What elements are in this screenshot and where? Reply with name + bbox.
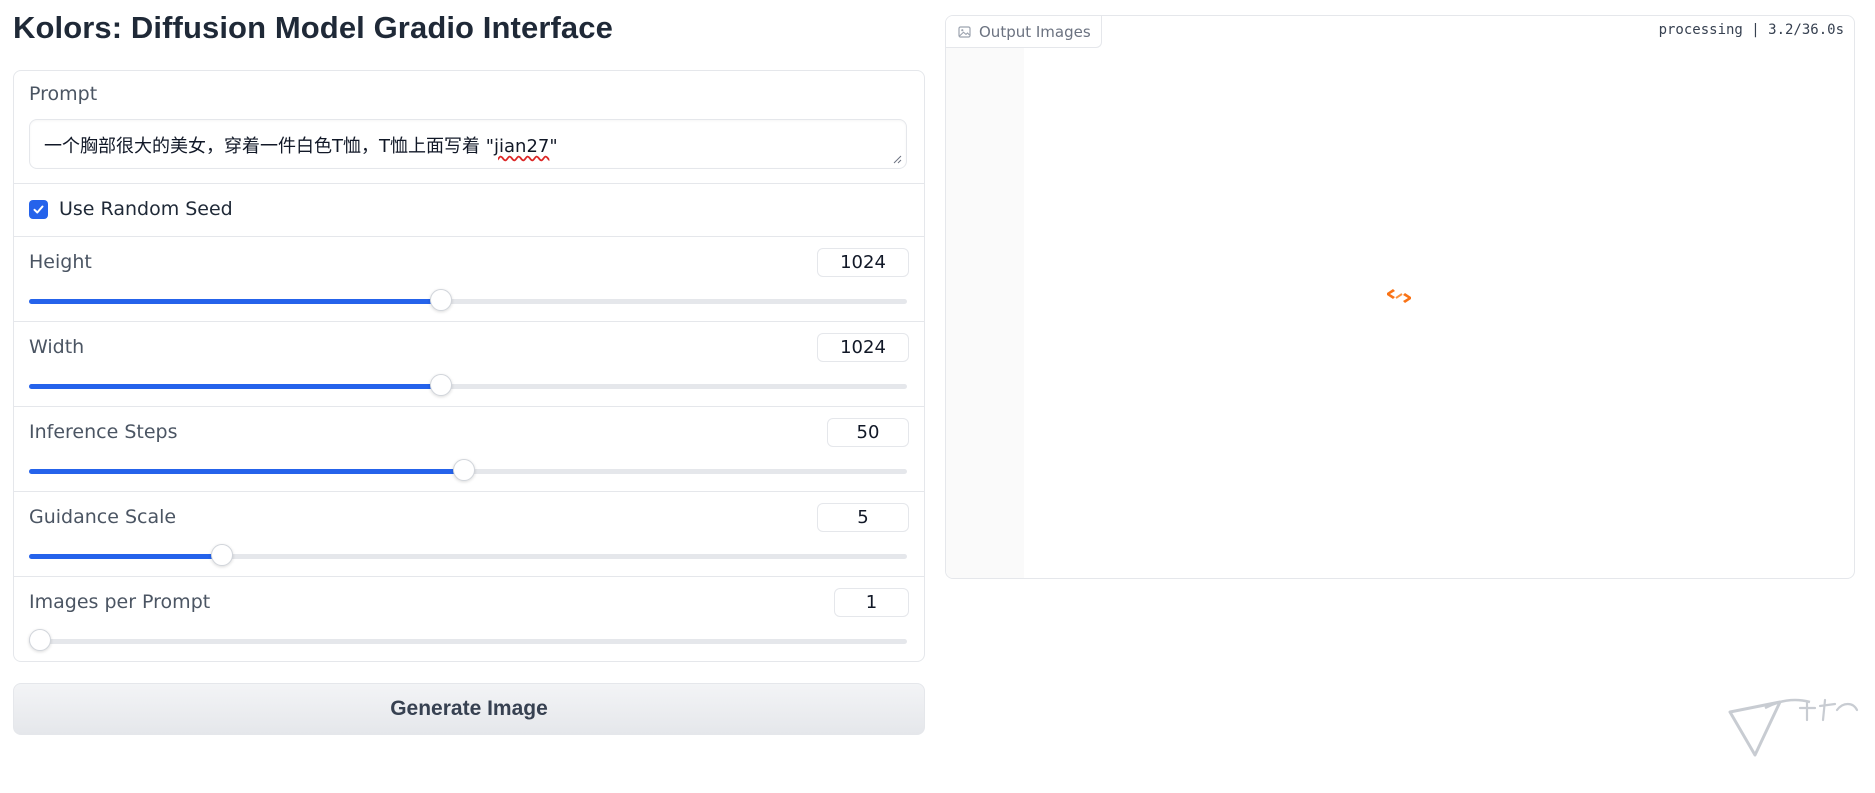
guidance-label: Guidance Scale <box>29 506 177 528</box>
steps-slider-fill <box>29 469 464 474</box>
image-icon <box>958 25 971 38</box>
prompt-text: 一个胸部很大的美女，穿着一件白色T恤，T恤上面写着 " <box>44 136 494 157</box>
loading-spinner-icon <box>1384 286 1414 310</box>
images-number-input[interactable]: 1 <box>834 588 909 617</box>
guidance-slider-block: Guidance Scale 5 <box>14 492 924 577</box>
output-images-tab: Output Images <box>946 16 1102 48</box>
checkmark-icon <box>33 205 44 214</box>
height-slider-thumb[interactable] <box>429 289 452 311</box>
progress-status: processing | 3.2/36.0s <box>1658 22 1844 38</box>
steps-slider[interactable] <box>29 459 907 481</box>
page-title: Kolors: Diffusion Model Gradio Interface <box>13 10 613 45</box>
output-gutter <box>946 48 1024 578</box>
settings-panel: Prompt 一个胸部很大的美女，穿着一件白色T恤，T恤上面写着 "jian27… <box>13 70 925 662</box>
guidance-slider-thumb[interactable] <box>211 544 234 566</box>
images-slider-block: Images per Prompt 1 <box>14 577 924 661</box>
output-images-panel: Output Images processing | 3.2/36.0s <box>945 15 1855 579</box>
guidance-slider[interactable] <box>29 544 907 566</box>
prompt-text-misspelled: jian27 <box>494 136 550 157</box>
guidance-number-input[interactable]: 5 <box>817 503 909 532</box>
width-slider[interactable] <box>29 374 907 396</box>
width-label: Width <box>29 336 85 358</box>
images-slider[interactable] <box>29 629 907 651</box>
generate-image-button[interactable]: Generate Image <box>13 683 925 735</box>
output-images-label: Output Images <box>979 22 1091 41</box>
prompt-text-end: " <box>549 136 558 157</box>
steps-slider-block: Inference Steps 50 <box>14 407 924 492</box>
steps-slider-thumb[interactable] <box>452 459 475 481</box>
steps-label: Inference Steps <box>29 421 178 443</box>
height-number-input[interactable]: 1024 <box>817 248 909 277</box>
images-slider-thumb[interactable] <box>29 629 51 651</box>
width-slider-thumb[interactable] <box>429 374 452 396</box>
prompt-input[interactable]: 一个胸部很大的美女，穿着一件白色T恤，T恤上面写着 "jian27" <box>29 119 907 169</box>
width-slider-block: Width 1024 <box>14 322 924 407</box>
width-slider-fill <box>29 384 441 389</box>
random-seed-block: Use Random Seed <box>14 184 924 237</box>
prompt-block: Prompt 一个胸部很大的美女，穿着一件白色T恤，T恤上面写着 "jian27… <box>14 71 924 184</box>
random-seed-label: Use Random Seed <box>59 198 233 220</box>
height-label: Height <box>29 251 92 273</box>
resize-handle-icon[interactable] <box>892 154 902 164</box>
watermark-logo <box>1725 680 1865 764</box>
images-label: Images per Prompt <box>29 591 211 613</box>
random-seed-checkbox[interactable] <box>29 200 48 219</box>
prompt-label: Prompt <box>29 83 98 105</box>
height-slider-block: Height 1024 <box>14 237 924 322</box>
steps-number-input[interactable]: 50 <box>827 418 909 447</box>
height-slider-fill <box>29 299 441 304</box>
height-slider[interactable] <box>29 289 907 311</box>
width-number-input[interactable]: 1024 <box>817 333 909 362</box>
guidance-slider-fill <box>29 554 223 559</box>
